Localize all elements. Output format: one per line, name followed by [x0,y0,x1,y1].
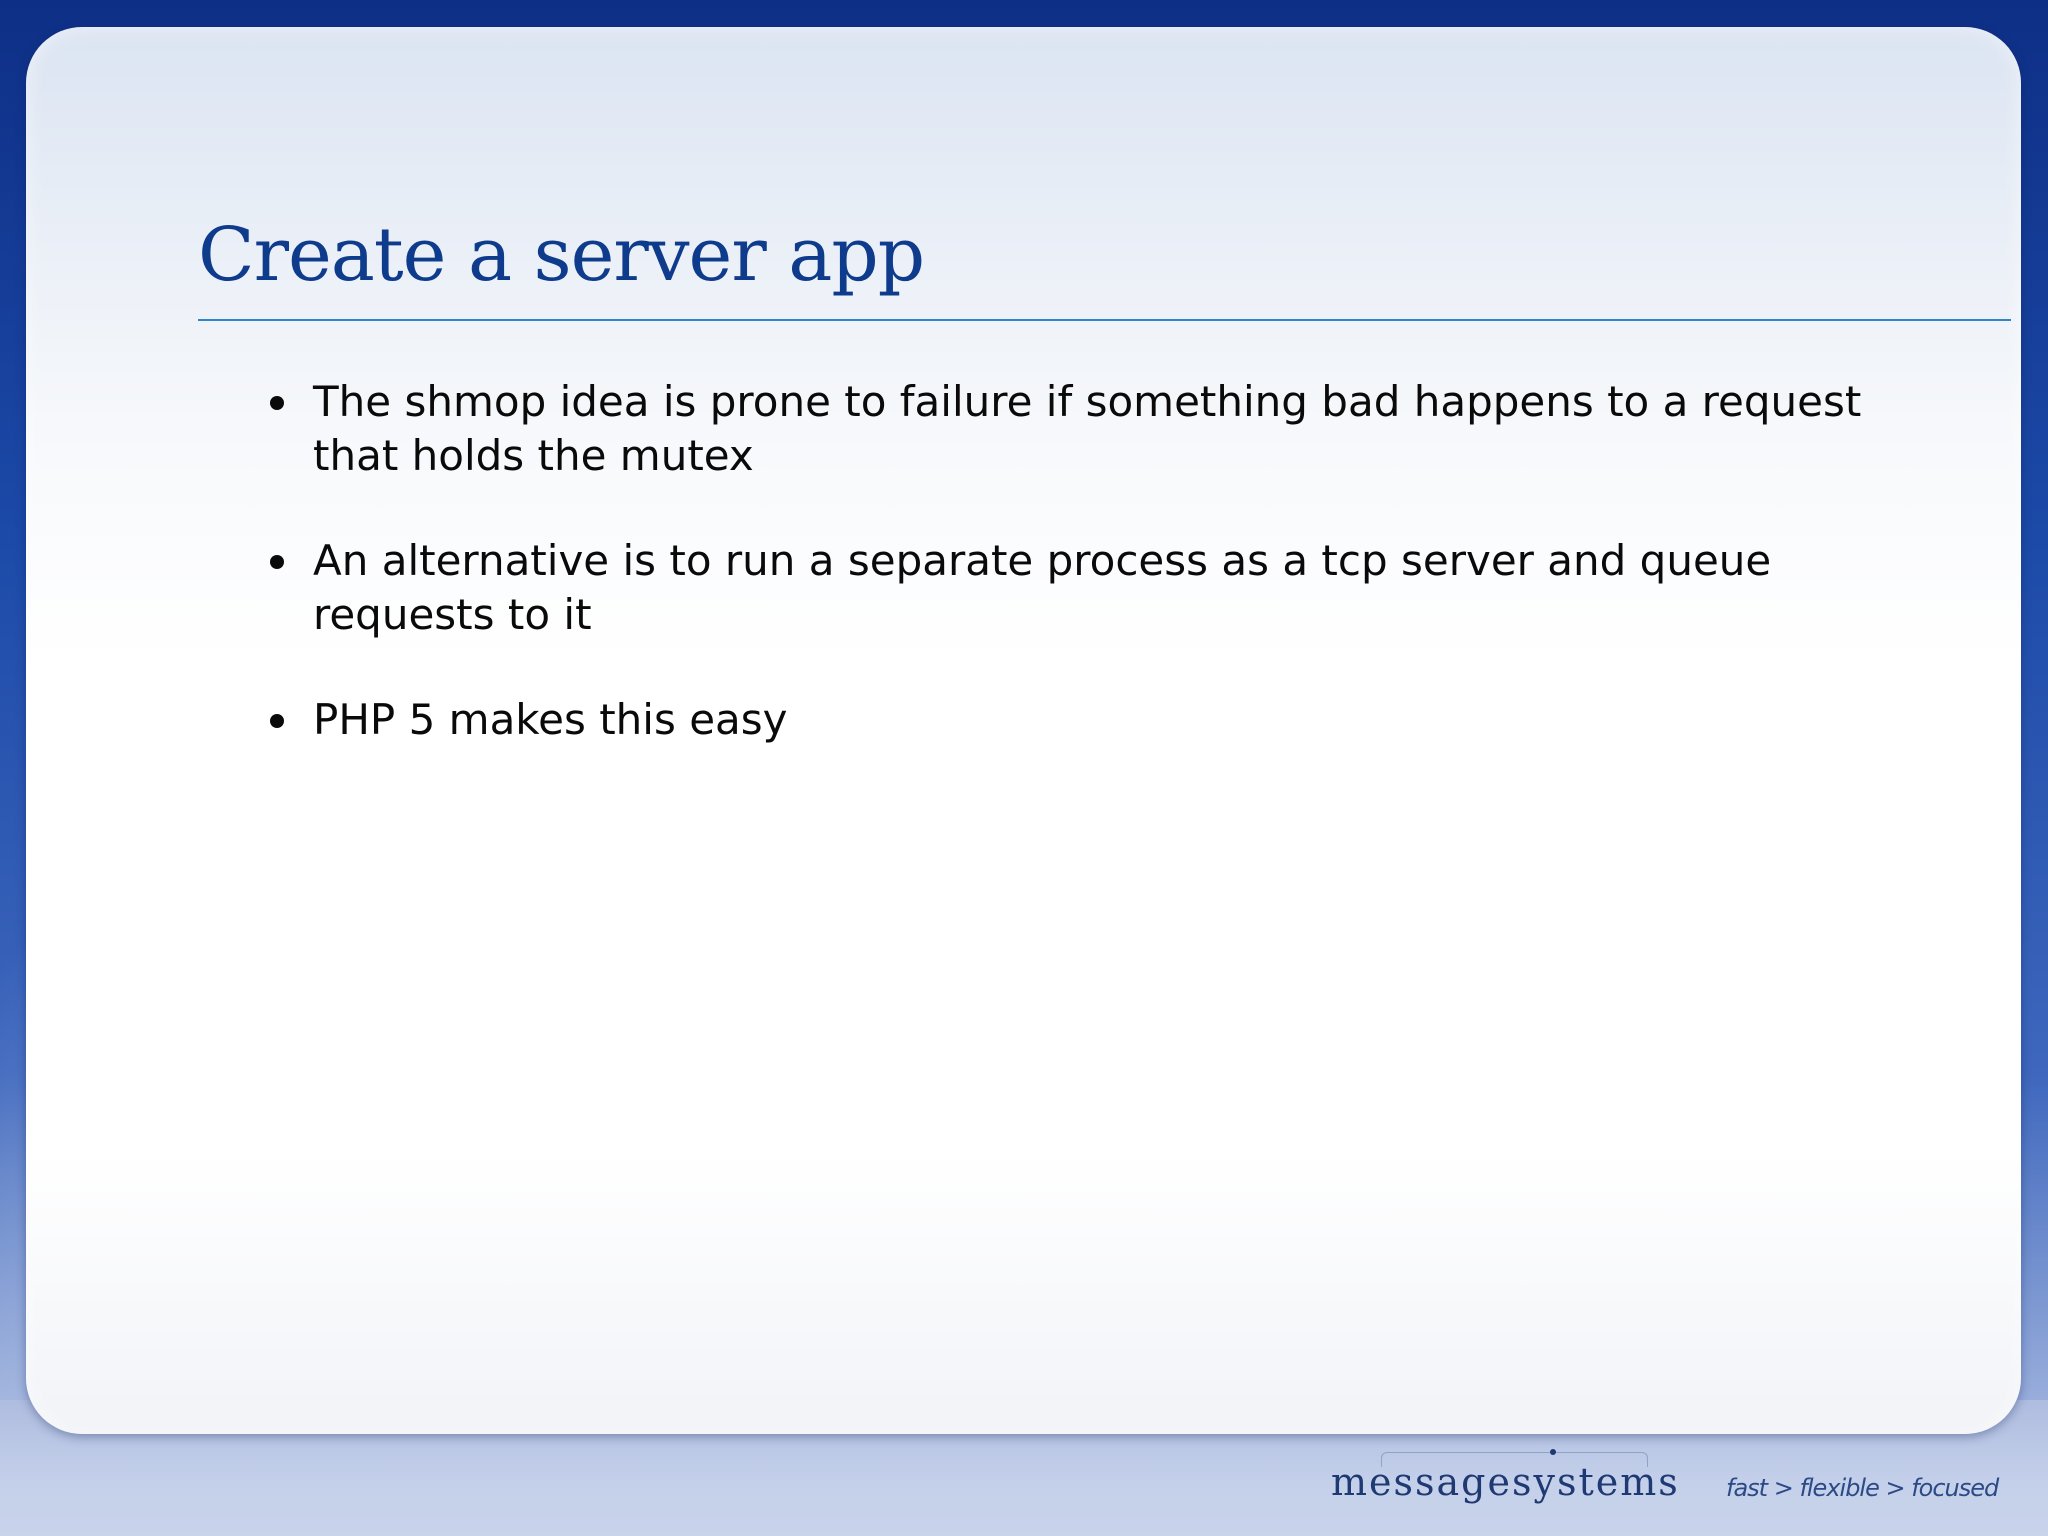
bullet-item: The shmop idea is prone to failure if so… [26,375,1893,483]
slide-title: Create a server app [198,212,925,298]
bullet-dot-icon [270,555,284,569]
company-logo: messagesystems [1331,1449,1691,1514]
logo-text: messagesystems [1331,1460,1680,1504]
bullet-item: An alternative is to run a separate proc… [26,534,1893,642]
company-tagline: fast > flexible > focused [1726,1474,1999,1502]
slide-panel: Create a server app The shmop idea is pr… [26,27,2021,1434]
bullet-list: The shmop idea is prone to failure if so… [26,375,2021,798]
bullet-item: PHP 5 makes this easy [26,693,1893,747]
title-divider [198,319,2011,321]
bullet-dot-icon [270,714,284,728]
bullet-text: An alternative is to run a separate proc… [313,536,1772,639]
bullet-dot-icon [270,396,284,410]
bullet-text: PHP 5 makes this easy [313,695,788,744]
logo-dot-icon [1550,1449,1556,1455]
bullet-text: The shmop idea is prone to failure if so… [313,377,1862,480]
